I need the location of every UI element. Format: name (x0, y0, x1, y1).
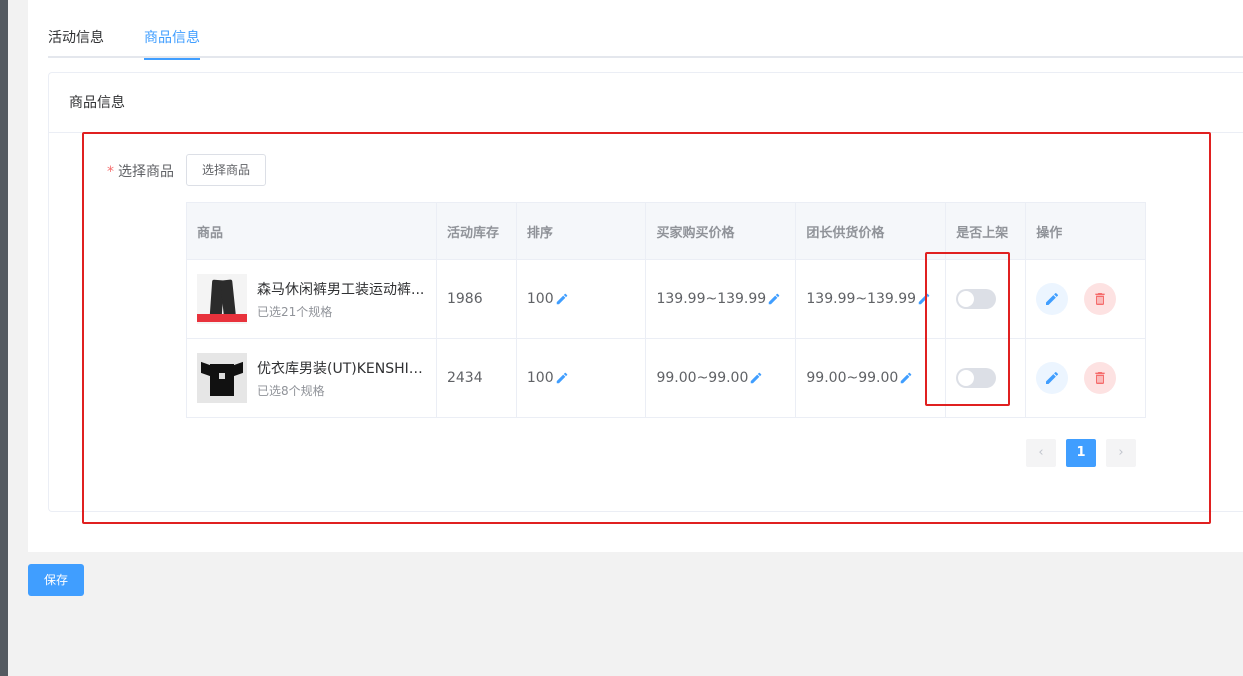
tab-product-info[interactable]: 商品信息 (144, 28, 200, 60)
card-title: 商品信息 (49, 73, 1243, 133)
left-sidebar-edge (0, 0, 8, 676)
tab-bar: 活动信息 商品信息 (48, 0, 1243, 60)
highlight-box-products (82, 132, 1211, 524)
save-button[interactable]: 保存 (28, 564, 84, 596)
tab-activity-info[interactable]: 活动信息 (48, 28, 104, 58)
highlight-box-on-shelf (925, 252, 1010, 406)
